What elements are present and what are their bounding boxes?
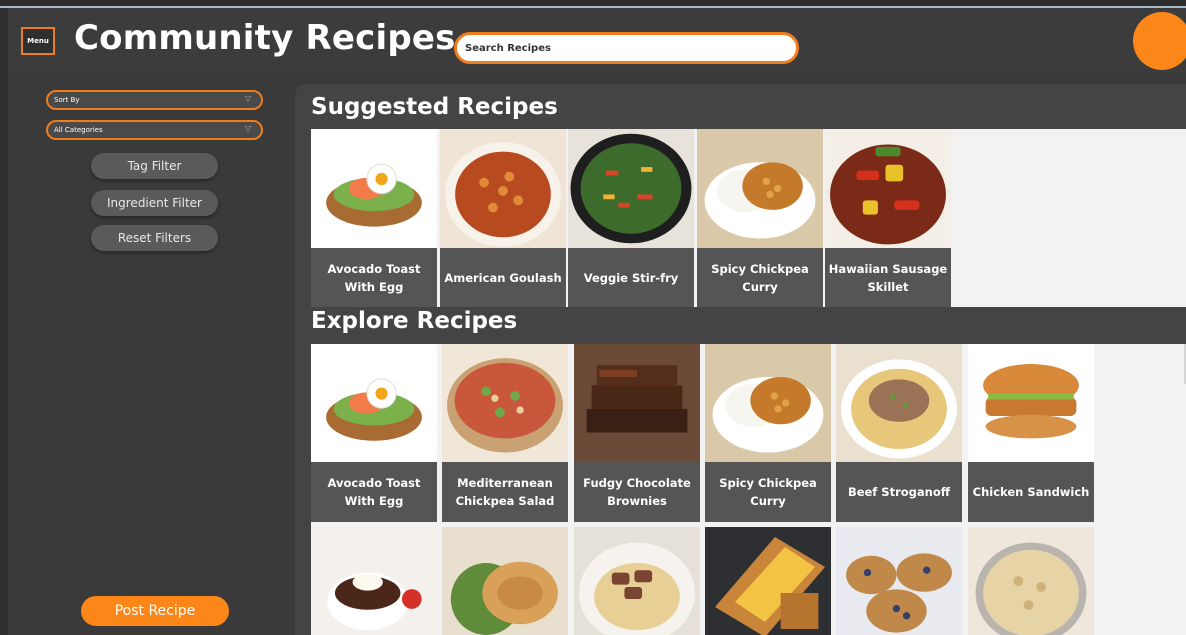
- window-top-border: [0, 0, 1186, 8]
- chickpea-curry-photo: [697, 129, 823, 248]
- pork-chop-photo: [442, 527, 568, 635]
- recipe-card[interactable]: [968, 527, 1094, 635]
- recipe-name: Chicken Sandwich: [972, 485, 1090, 499]
- suggested-strip: Avocado Toast With Egg American Goulash Ve…: [311, 129, 1186, 307]
- tag-filter-button[interactable]: Tag Filter: [91, 153, 218, 179]
- category-select[interactable]: All Categories ▽: [46, 120, 263, 140]
- recipe-name: Spicy Chickpea Curry: [719, 476, 817, 508]
- recipe-name: Hawaiian Sausage Skillet: [828, 261, 948, 294]
- recipe-card[interactable]: Spicy Chickpea Curry: [697, 129, 823, 307]
- recipe-card[interactable]: [836, 527, 962, 635]
- recipe-card[interactable]: Avocado Toast With Egg: [311, 344, 437, 522]
- recipe-name: Beef Stroganoff: [847, 485, 951, 499]
- goulash-photo: [440, 129, 566, 248]
- recipe-card[interactable]: American Goulash: [440, 129, 566, 307]
- recipe-name: Avocado Toast With Egg: [327, 476, 421, 508]
- chevron-down-icon: ▽: [244, 94, 251, 103]
- chickpea-salad-photo: [442, 344, 568, 462]
- recipe-name: American Goulash: [444, 270, 562, 285]
- sidebar: Sort By ▽ All Categories ▽ Tag Filter In…: [8, 74, 290, 635]
- recipe-card[interactable]: Avocado Toast With Egg: [311, 129, 437, 307]
- avatar[interactable]: [1133, 12, 1186, 70]
- chickpea-curry-photo: [705, 344, 831, 462]
- recipe-card[interactable]: Hawaiian Sausage Skillet: [825, 129, 951, 307]
- steak-pasta-photo: [574, 527, 700, 635]
- sort-by-select[interactable]: Sort By ▽: [46, 90, 263, 110]
- chicken-sandwich-photo: [968, 344, 1094, 462]
- recipe-name: Avocado Toast With Egg: [327, 261, 421, 294]
- recipe-card[interactable]: Fudgy Chocolate Brownies: [574, 344, 700, 522]
- explore-title: Explore Recipes: [311, 308, 518, 334]
- sort-by-label: Sort By: [54, 96, 80, 104]
- left-edge: [0, 8, 8, 635]
- recipe-card[interactable]: [574, 527, 700, 635]
- menu-button[interactable]: Menu: [21, 27, 55, 55]
- recipe-name: Fudgy Chocolate Brownies: [583, 476, 691, 508]
- grilled-cheese-photo: [705, 527, 831, 635]
- recipe-name: Mediterranean Chickpea Salad: [455, 476, 555, 508]
- muffins-photo: [836, 527, 962, 635]
- recipe-card[interactable]: Mediterranean Chickpea Salad: [442, 344, 568, 522]
- avocado-toast-photo: [311, 129, 437, 248]
- recipe-card[interactable]: [311, 527, 437, 635]
- recipe-card[interactable]: Veggie Stir-fry: [568, 129, 694, 307]
- main-panel: Suggested Recipes Avocado Toast With Egg…: [295, 84, 1186, 635]
- lava-cake-photo: [311, 527, 437, 635]
- header-bar: Menu Community Recipes: [8, 10, 1186, 74]
- recipe-card[interactable]: [442, 527, 568, 635]
- recipe-card[interactable]: Spicy Chickpea Curry: [705, 344, 831, 522]
- avocado-toast-photo: [311, 344, 437, 462]
- recipe-card[interactable]: [705, 527, 831, 635]
- chevron-down-icon: ▽: [244, 124, 251, 133]
- reset-filters-button[interactable]: Reset Filters: [91, 225, 218, 251]
- suggested-title: Suggested Recipes: [311, 94, 558, 120]
- page-title: Community Recipes: [74, 18, 456, 58]
- stir-fry-photo: [568, 129, 694, 248]
- recipe-card[interactable]: Beef Stroganoff: [836, 344, 962, 522]
- recipe-card[interactable]: Chicken Sandwich: [968, 344, 1094, 522]
- ingredient-filter-button[interactable]: Ingredient Filter: [91, 190, 218, 216]
- pasta-bowl-photo: [968, 527, 1094, 635]
- stroganoff-photo: [836, 344, 962, 462]
- search-input[interactable]: [454, 32, 799, 64]
- post-recipe-button[interactable]: Post Recipe: [81, 596, 229, 626]
- recipe-name: Veggie Stir-fry: [583, 270, 679, 285]
- category-label: All Categories: [54, 126, 103, 134]
- recipe-name: Spicy Chickpea Curry: [711, 261, 809, 294]
- explore-strip: Avocado Toast With Egg Mediterranean Chic…: [311, 344, 1186, 635]
- brownies-photo: [574, 344, 700, 462]
- sausage-skillet-photo: [825, 129, 951, 248]
